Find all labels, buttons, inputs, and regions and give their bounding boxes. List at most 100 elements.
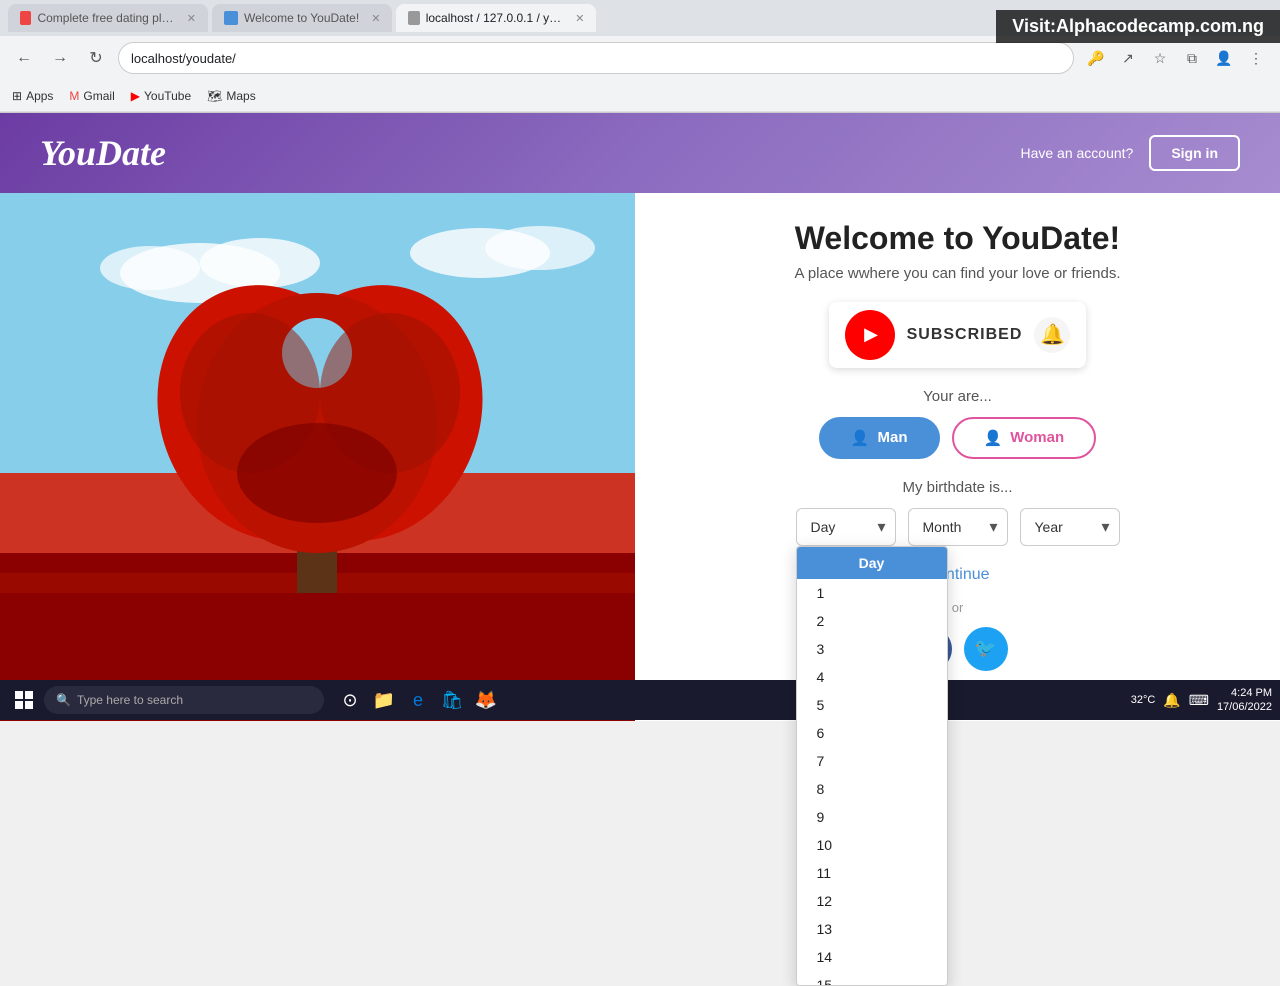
bookmark-gmail-label: Gmail (83, 89, 114, 103)
bookmark-maps-label: Maps (226, 89, 255, 103)
address-bar[interactable]: localhost/youdate/ (118, 42, 1074, 74)
watermark: Visit:Alphacodecamp.com.ng (996, 10, 1280, 43)
dropdown-item[interactable]: 2 (797, 607, 947, 635)
bookmark-maps[interactable]: 🗺 Maps (207, 89, 256, 103)
dropdown-item[interactable]: 4 (797, 663, 947, 691)
taskbar-app-cortana[interactable]: ⊙ (336, 686, 364, 714)
signin-button[interactable]: Sign in (1149, 135, 1240, 171)
apps-icon: ⊞ (12, 89, 22, 103)
month-select[interactable]: Month (908, 508, 1008, 546)
windows-logo (15, 691, 33, 709)
profile-icon[interactable]: 👤 (1210, 44, 1238, 72)
page-content: YouDate Have an account? Sign in (0, 113, 1280, 721)
tab3-label: localhost / 127.0.0.1 / youdate... (426, 11, 563, 25)
tab1-label: Complete free dating platform 5 (37, 11, 174, 25)
address-text: localhost/youdate/ (131, 51, 236, 66)
reload-button[interactable]: ↻ (82, 44, 110, 72)
day-dropdown: Day 12345678910111213141516171819 (796, 546, 948, 986)
tab3-close[interactable]: ✕ (575, 12, 584, 25)
twitter-button[interactable]: 🐦 (964, 627, 1008, 671)
browser-tab-1[interactable]: Complete free dating platform 5 ✕ (8, 4, 208, 32)
dropdown-item[interactable]: 14 (797, 943, 947, 971)
gmail-icon: M (69, 89, 79, 103)
search-icon: 🔍 (56, 693, 71, 707)
share-icon[interactable]: ↗ (1114, 44, 1142, 72)
dropdown-item[interactable]: 5 (797, 691, 947, 719)
taskbar-time-display: 4:24 PM (1217, 686, 1272, 700)
dropdown-item[interactable]: 1 (797, 579, 947, 607)
tab2-label: Welcome to YouDate! (244, 11, 359, 25)
youtube-icon: ▶ (131, 89, 140, 103)
taskbar-right: 32°C 🔔 ⌨ 4:24 PM 17/06/2022 (1131, 686, 1272, 715)
taskbar-search[interactable]: 🔍 Type here to search (44, 686, 324, 714)
bookmark-gmail[interactable]: M Gmail (69, 89, 114, 103)
taskbar-app-explorer[interactable]: 📁 (370, 686, 398, 714)
site-header: YouDate Have an account? Sign in (0, 113, 1280, 193)
subscribe-banner: SUBSCRIBED 🔔 (829, 302, 1087, 368)
bookmarks-bar: ⊞ Apps M Gmail ▶ YouTube 🗺 Maps (0, 80, 1280, 112)
bookmark-youtube[interactable]: ▶ YouTube (131, 89, 191, 103)
bell-icon[interactable]: 🔔 (1034, 317, 1070, 353)
dropdown-item[interactable]: 10 (797, 831, 947, 859)
taskbar-app-edge[interactable]: e (404, 686, 432, 714)
year-select[interactable]: Year (1020, 508, 1120, 546)
left-panel (0, 193, 635, 721)
dropdown-item[interactable]: 6 (797, 719, 947, 747)
notification-icon: 🔔 (1163, 692, 1180, 709)
dropdown-item[interactable]: 7 (797, 747, 947, 775)
month-select-wrapper: Month (908, 508, 1008, 546)
dropdown-item[interactable]: 13 (797, 915, 947, 943)
header-right: Have an account? Sign in (1020, 135, 1240, 171)
woman-button[interactable]: 👤 Woman (952, 417, 1097, 459)
tab1-close[interactable]: ✕ (187, 12, 196, 25)
browser-tab-2[interactable]: Welcome to YouDate! ✕ (212, 4, 392, 32)
dropdown-item[interactable]: 8 (797, 775, 947, 803)
star-icon[interactable]: ☆ (1146, 44, 1174, 72)
taskbar-temp: 32°C (1131, 694, 1156, 706)
tab2-favicon (224, 11, 238, 25)
bookmark-apps[interactable]: ⊞ Apps (12, 89, 53, 103)
date-selects: Day Day 12345678910111213141516171819 Mo… (796, 508, 1120, 546)
dropdown-item[interactable]: 11 (797, 859, 947, 887)
gender-buttons: 👤 Man 👤 Woman (819, 417, 1096, 459)
forward-button[interactable]: → (46, 44, 74, 72)
dropdown-item[interactable]: 3 (797, 635, 947, 663)
or-text: or (952, 600, 964, 615)
taskbar-apps: ⊙ 📁 e 🛍 🦊 (336, 686, 500, 714)
dropdown-item[interactable]: 12 (797, 887, 947, 915)
youtube-play-button[interactable] (845, 310, 895, 360)
dropdown-items: 12345678910111213141516171819 (797, 579, 947, 986)
taskbar: 🔍 Type here to search ⊙ 📁 e 🛍 🦊 32°C 🔔 ⌨… (0, 680, 1280, 720)
welcome-subtitle: A place wwhere you can find your love or… (794, 265, 1120, 282)
tab2-close[interactable]: ✕ (371, 12, 380, 25)
menu-icon[interactable]: ⋮ (1242, 44, 1270, 72)
extensions-icon[interactable]: ⧉ (1178, 44, 1206, 72)
key-icon[interactable]: 🔑 (1082, 44, 1110, 72)
browser-tab-3[interactable]: localhost / 127.0.0.1 / youdate... ✕ (396, 4, 596, 32)
man-icon: 👤 (851, 429, 870, 447)
taskbar-clock: 4:24 PM 17/06/2022 (1217, 686, 1272, 715)
toolbar-icons: 🔑 ↗ ☆ ⧉ 👤 ⋮ (1082, 44, 1270, 72)
dropdown-header: Day (797, 547, 947, 579)
your-are-label: Your are... (923, 388, 992, 405)
keyboard-icon: ⌨ (1189, 692, 1209, 709)
tab1-favicon (20, 11, 31, 25)
taskbar-search-text: Type here to search (77, 693, 183, 707)
man-button[interactable]: 👤 Man (819, 417, 940, 459)
back-button[interactable]: ← (10, 44, 38, 72)
subscribed-label: SUBSCRIBED (907, 326, 1023, 344)
dropdown-item[interactable]: 9 (797, 803, 947, 831)
bookmark-apps-label: Apps (26, 89, 53, 103)
main-layout: Welcome to YouDate! A place wwhere you c… (0, 193, 1280, 721)
have-account-text: Have an account? (1020, 145, 1133, 161)
day-select[interactable]: Day (796, 508, 896, 546)
year-select-wrapper: Year (1020, 508, 1120, 546)
bookmark-youtube-label: YouTube (144, 89, 191, 103)
woman-icon: 👤 (984, 429, 1003, 447)
heart-tree-svg (0, 193, 635, 721)
taskbar-app-store[interactable]: 🛍 (438, 686, 466, 714)
dropdown-item[interactable]: 15 (797, 971, 947, 986)
start-button[interactable] (8, 684, 40, 716)
taskbar-app-firefox[interactable]: 🦊 (472, 686, 500, 714)
birthdate-label: My birthdate is... (902, 479, 1012, 496)
